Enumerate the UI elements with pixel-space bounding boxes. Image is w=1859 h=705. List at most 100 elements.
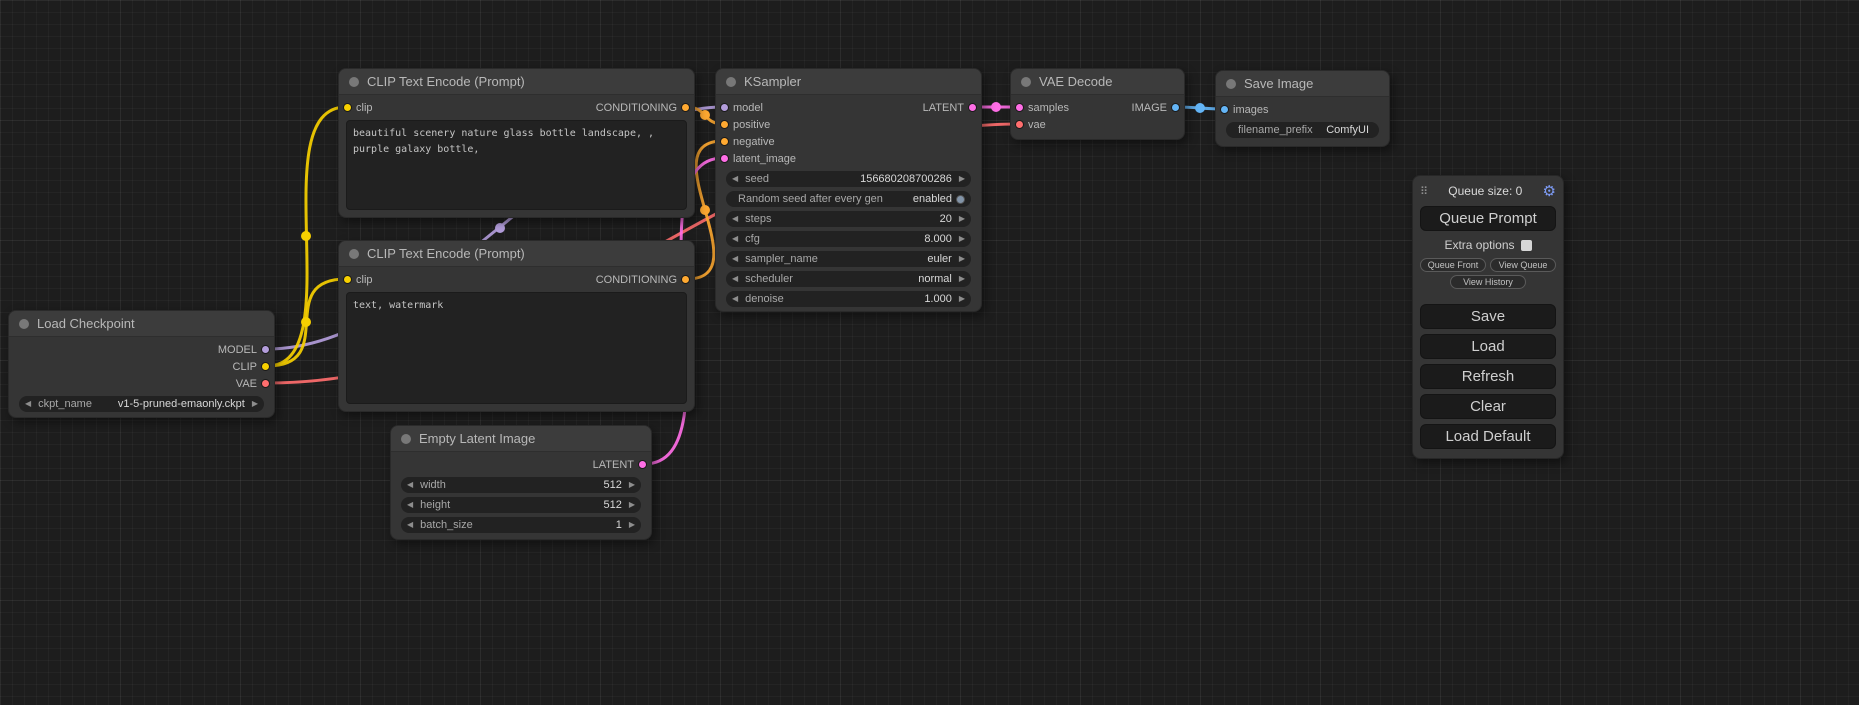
model-input-port[interactable] — [720, 103, 729, 112]
samples-input-port[interactable] — [1015, 103, 1024, 112]
arrow-left-icon[interactable]: ◀ — [732, 235, 738, 243]
arrow-left-icon[interactable]: ◀ — [732, 255, 738, 263]
settings-gear-icon[interactable]: ⚙ — [1543, 184, 1556, 199]
clear-button[interactable]: Clear — [1420, 394, 1556, 419]
filename-prefix-widget[interactable]: filename_prefix ComfyUI — [1226, 122, 1379, 138]
clip-input-port[interactable] — [343, 103, 352, 112]
arrow-right-icon[interactable]: ▶ — [959, 215, 965, 223]
model-output-port[interactable] — [261, 345, 270, 354]
node-clip-text-encode-negative[interactable]: CLIP Text Encode (Prompt) clip CONDITION… — [338, 240, 695, 412]
height-widget[interactable]: ◀ height 512 ▶ — [401, 497, 641, 513]
sampler-name-widget[interactable]: ◀ sampler_name euler ▶ — [726, 251, 971, 267]
slot-row: positive — [716, 116, 981, 133]
node-clip-text-encode-positive[interactable]: CLIP Text Encode (Prompt) clip CONDITION… — [338, 68, 695, 218]
node-title-bar[interactable]: KSampler — [716, 69, 981, 95]
collapse-dot-icon[interactable] — [349, 77, 359, 87]
vae-output-port[interactable] — [261, 379, 270, 388]
arrow-right-icon[interactable]: ▶ — [629, 521, 635, 529]
widget-label: batch_size — [420, 519, 473, 531]
clip-output-port[interactable] — [261, 362, 270, 371]
extra-options-checkbox[interactable] — [1521, 240, 1532, 251]
node-title-bar[interactable]: VAE Decode — [1011, 69, 1184, 95]
extra-options-row: Extra options — [1420, 233, 1556, 257]
steps-widget[interactable]: ◀ steps 20 ▶ — [726, 211, 971, 227]
node-canvas[interactable]: Load Checkpoint MODEL CLIP VAE ◀ ckpt_na… — [0, 0, 1859, 705]
arrow-right-icon[interactable]: ▶ — [959, 275, 965, 283]
collapse-dot-icon[interactable] — [1226, 79, 1236, 89]
cfg-widget[interactable]: ◀ cfg 8.000 ▶ — [726, 231, 971, 247]
link-midpoint-dot — [700, 110, 710, 120]
queue-prompt-button[interactable]: Queue Prompt — [1420, 206, 1556, 231]
load-button[interactable]: Load — [1420, 334, 1556, 359]
node-load-checkpoint[interactable]: Load Checkpoint MODEL CLIP VAE ◀ ckpt_na… — [8, 310, 275, 418]
random-seed-toggle-widget[interactable]: Random seed after every gen enabled — [726, 191, 971, 207]
node-title: VAE Decode — [1039, 74, 1112, 89]
node-save-image[interactable]: Save Image images filename_prefix ComfyU… — [1215, 70, 1390, 147]
arrow-right-icon[interactable]: ▶ — [629, 501, 635, 509]
negative-prompt-text[interactable]: text, watermark — [346, 292, 687, 404]
node-vae-decode[interactable]: VAE Decode samples IMAGE vae — [1010, 68, 1185, 140]
arrow-right-icon[interactable]: ▶ — [959, 255, 965, 263]
collapse-dot-icon[interactable] — [19, 319, 29, 329]
link-midpoint-dot — [301, 231, 311, 241]
arrow-left-icon[interactable]: ◀ — [407, 521, 413, 529]
node-title-bar[interactable]: CLIP Text Encode (Prompt) — [339, 241, 694, 267]
denoise-widget[interactable]: ◀ denoise 1.000 ▶ — [726, 291, 971, 307]
positive-prompt-text[interactable]: beautiful scenery nature glass bottle la… — [346, 120, 687, 210]
scheduler-widget[interactable]: ◀ scheduler normal ▶ — [726, 271, 971, 287]
latent-output-port[interactable] — [968, 103, 977, 112]
collapse-dot-icon[interactable] — [349, 249, 359, 259]
node-title-bar[interactable]: CLIP Text Encode (Prompt) — [339, 69, 694, 95]
conditioning-output-port[interactable] — [681, 275, 690, 284]
arrow-left-icon[interactable]: ◀ — [407, 481, 413, 489]
seed-widget[interactable]: ◀ seed 156680208700286 ▶ — [726, 171, 971, 187]
save-button[interactable]: Save — [1420, 304, 1556, 329]
width-widget[interactable]: ◀ width 512 ▶ — [401, 477, 641, 493]
node-ksampler[interactable]: KSampler model LATENT positive negative … — [715, 68, 982, 312]
negative-input-port[interactable] — [720, 137, 729, 146]
image-output-port[interactable] — [1171, 103, 1180, 112]
arrow-left-icon[interactable]: ◀ — [732, 275, 738, 283]
conditioning-output-port[interactable] — [681, 103, 690, 112]
arrow-right-icon[interactable]: ▶ — [252, 400, 258, 408]
latent-output-port[interactable] — [638, 460, 647, 469]
arrow-right-icon[interactable]: ▶ — [959, 235, 965, 243]
load-default-button[interactable]: Load Default — [1420, 424, 1556, 449]
collapse-dot-icon[interactable] — [726, 77, 736, 87]
arrow-right-icon[interactable]: ▶ — [959, 295, 965, 303]
slot-row: latent_image — [716, 150, 981, 167]
node-empty-latent-image[interactable]: Empty Latent Image LATENT ◀ width 512 ▶ … — [390, 425, 652, 540]
view-queue-button[interactable]: View Queue — [1490, 258, 1556, 272]
arrow-left-icon[interactable]: ◀ — [25, 400, 31, 408]
arrow-right-icon[interactable]: ▶ — [959, 175, 965, 183]
drag-handle-icon[interactable]: ⠿ — [1420, 185, 1428, 198]
input-label-negative: negative — [733, 136, 775, 148]
positive-input-port[interactable] — [720, 120, 729, 129]
arrow-right-icon[interactable]: ▶ — [629, 481, 635, 489]
arrow-left-icon[interactable]: ◀ — [407, 501, 413, 509]
node-title-bar[interactable]: Empty Latent Image — [391, 426, 651, 452]
latent-image-input-port[interactable] — [720, 154, 729, 163]
queue-panel-header: ⠿ Queue size: 0 ⚙ — [1420, 181, 1556, 201]
arrow-left-icon[interactable]: ◀ — [732, 175, 738, 183]
refresh-button[interactable]: Refresh — [1420, 364, 1556, 389]
batch-size-widget[interactable]: ◀ batch_size 1 ▶ — [401, 517, 641, 533]
collapse-dot-icon[interactable] — [1021, 77, 1031, 87]
clip-input-port[interactable] — [343, 275, 352, 284]
queue-panel[interactable]: ⠿ Queue size: 0 ⚙ Queue Prompt Extra opt… — [1412, 175, 1564, 459]
arrow-left-icon[interactable]: ◀ — [732, 295, 738, 303]
collapse-dot-icon[interactable] — [401, 434, 411, 444]
arrow-left-icon[interactable]: ◀ — [732, 215, 738, 223]
toggle-dot-icon[interactable] — [956, 195, 965, 204]
queue-size-label: Queue size: 0 — [1428, 184, 1542, 198]
ckpt-name-widget[interactable]: ◀ ckpt_name v1-5-pruned-emaonly.ckpt ▶ — [19, 396, 264, 412]
view-history-button[interactable]: View History — [1450, 275, 1526, 289]
images-input-port[interactable] — [1220, 105, 1229, 114]
queue-front-button[interactable]: Queue Front — [1420, 258, 1486, 272]
link-clip-negative — [267, 279, 346, 366]
extra-options-label: Extra options — [1444, 238, 1514, 252]
vae-input-port[interactable] — [1015, 120, 1024, 129]
node-title-bar[interactable]: Save Image — [1216, 71, 1389, 97]
slot-row: images — [1216, 101, 1389, 118]
node-title-bar[interactable]: Load Checkpoint — [9, 311, 274, 337]
